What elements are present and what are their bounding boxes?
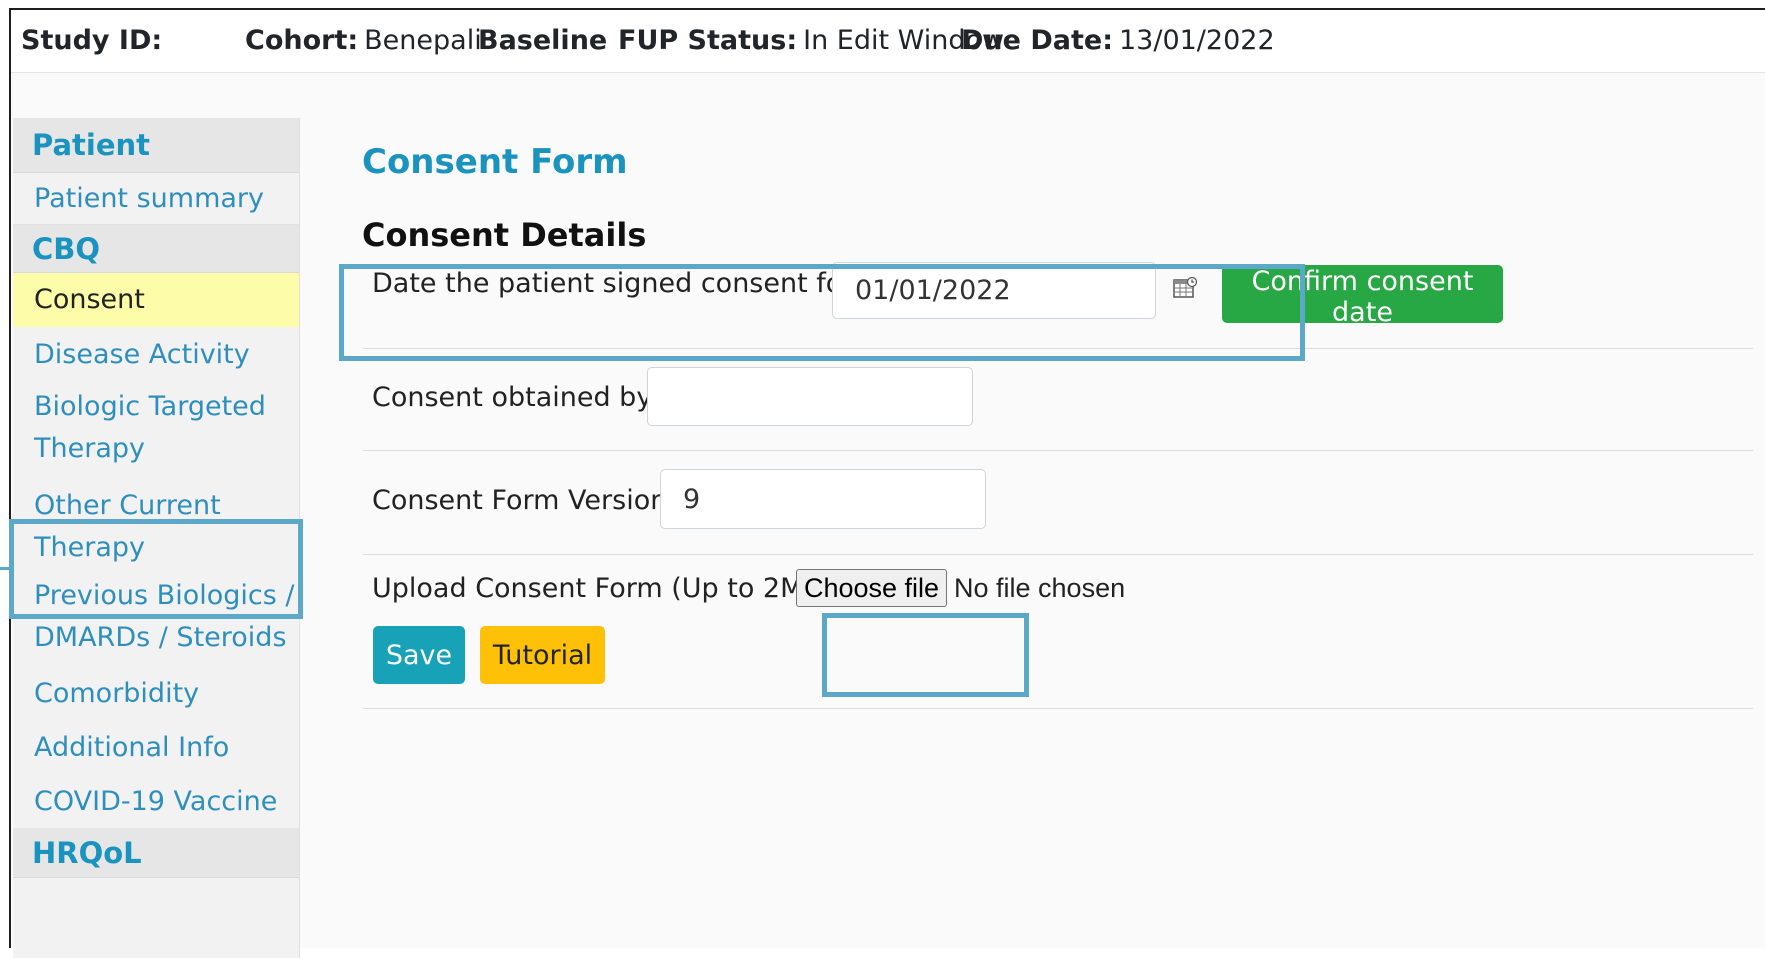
highlight-connector [0, 567, 12, 570]
page-title: Consent Form [362, 142, 628, 182]
due-date: Due Date: 13/01/2022 [961, 25, 1275, 56]
tutorial-button[interactable]: Tutorial [480, 626, 605, 684]
sidebar-item-comorbidity[interactable]: Comorbidity [13, 668, 299, 720]
patient-header: Study ID: Cohort: Benepali Baseline FUP S… [11, 10, 1765, 73]
app-frame: Study ID: Cohort: Benepali Baseline FUP S… [9, 8, 1765, 958]
file-status-text: No file chosen [954, 573, 1126, 603]
calendar-icon[interactable] [1173, 276, 1197, 300]
sidebar-item-label: Other Current [34, 490, 221, 521]
sidebar-item-label: Previous Biologics / [34, 580, 295, 611]
consent-version-input[interactable] [660, 469, 986, 529]
sidebar-heading-hrqol: HRQoL [13, 828, 299, 878]
sidebar-item-patient-summary[interactable]: Patient summary [13, 173, 299, 225]
divider [363, 450, 1753, 451]
sidebar-item-covid-vaccine[interactable]: COVID-19 Vaccine [13, 776, 299, 828]
divider [363, 708, 1753, 709]
sidebar-item-additional-info[interactable]: Additional Info [13, 722, 299, 774]
sidebar-nav: Patient Patient summary CBQ Consent Dise… [13, 118, 300, 958]
sidebar-item-label: Therapy [34, 433, 145, 464]
sidebar-heading-cbq: CBQ [13, 225, 299, 273]
consent-date-input[interactable] [832, 262, 1156, 319]
sidebar-item-label: Biologic Targeted [34, 391, 266, 422]
section-title: Consent Details [362, 216, 647, 254]
divider [363, 348, 1753, 349]
fup-status: FUP Status: In Edit Window [618, 25, 1005, 56]
sidebar-item-previous-biologics[interactable]: Previous Biologics / DMARDs / Steroids [13, 575, 299, 665]
consent-date-label: Date the patient signed consent form: [372, 268, 889, 299]
consent-obtained-input[interactable] [647, 367, 973, 426]
sidebar-item-consent[interactable]: Consent [13, 273, 299, 327]
visit-label: Baseline [478, 25, 608, 56]
divider [363, 554, 1753, 555]
sidebar-item-disease-activity[interactable]: Disease Activity [13, 329, 299, 381]
upload-label: Upload Consent Form (Up to 2MB) [372, 573, 833, 604]
sidebar-heading-patient: Patient [13, 118, 299, 173]
sidebar-item-label: DMARDs / Steroids [34, 622, 287, 653]
consent-obtained-label: Consent obtained by: [372, 382, 660, 413]
sidebar-item-label: Therapy [34, 532, 145, 563]
sidebar-item-biologic-targeted-therapy[interactable]: Biologic Targeted Therapy [13, 383, 299, 473]
study-id: Study ID: [21, 25, 163, 56]
confirm-consent-date-button[interactable]: Confirm consent date [1222, 265, 1503, 328]
save-button[interactable]: Save [373, 626, 465, 684]
cohort: Cohort: Benepali [245, 25, 482, 56]
consent-version-label: Consent Form Version: [372, 485, 677, 516]
sidebar-item-other-current-therapy[interactable]: Other Current Therapy [13, 484, 299, 568]
choose-file-button[interactable]: Choose file [796, 569, 947, 607]
